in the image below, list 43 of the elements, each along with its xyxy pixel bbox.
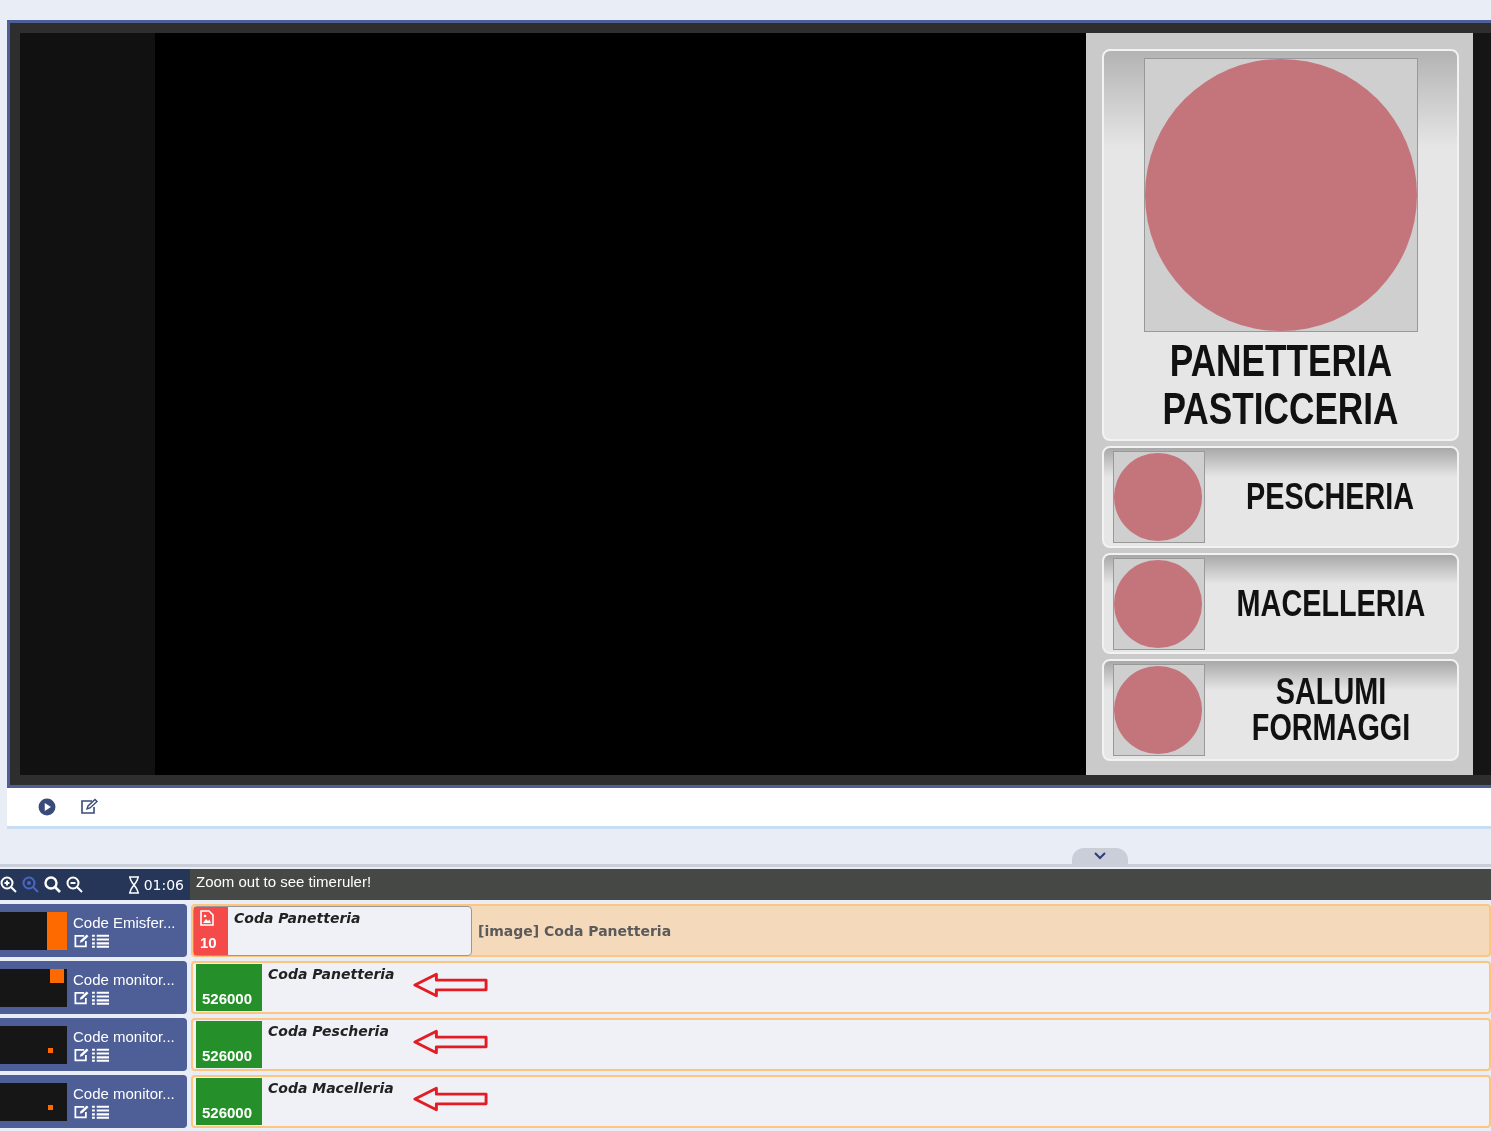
- clip-caption: [image] Coda Panetteria: [478, 922, 672, 939]
- list-icon[interactable]: [92, 1104, 109, 1119]
- timeline-message: Zoom out to see timeruler!: [190, 869, 1491, 900]
- hourglass-icon: [127, 875, 140, 894]
- track-name: Code Emisfer...: [73, 913, 176, 931]
- sign-label: SALUMI: [1275, 674, 1386, 711]
- sign-label: FORMAGGI: [1251, 710, 1410, 747]
- zoom-in-icon[interactable]: [0, 875, 18, 894]
- edit-icon[interactable]: [73, 1047, 90, 1062]
- track-name: Code monitor...: [73, 970, 175, 988]
- edit-icon[interactable]: [73, 933, 90, 948]
- clip-title: Coda Macelleria: [267, 1079, 395, 1098]
- clip-count: 526000: [202, 990, 254, 1007]
- edit-icon[interactable]: [73, 990, 90, 1005]
- clip-title: Coda Pescheria: [267, 1022, 390, 1041]
- list-icon[interactable]: [92, 1047, 109, 1062]
- sign-label: PESCHERIA: [1246, 479, 1415, 516]
- sign-title: PANETTERIA: [1169, 337, 1392, 385]
- sign-label: MACELLERIA: [1236, 585, 1425, 622]
- track-header[interactable]: Code monitor...: [0, 1075, 187, 1128]
- track-name: Code monitor...: [73, 1084, 175, 1102]
- track-header[interactable]: Code monitor...: [0, 961, 187, 1014]
- search-icon[interactable]: [44, 875, 62, 894]
- play-icon[interactable]: [38, 798, 56, 816]
- sign-title: PASTICCERIA: [1162, 385, 1399, 433]
- track-name: Code monitor...: [73, 1027, 175, 1045]
- clip-count: 526000: [202, 1047, 254, 1064]
- track-header[interactable]: Code monitor...: [0, 1018, 187, 1071]
- clip-card[interactable]: 10 Coda Panetteria: [193, 906, 472, 956]
- clip-count: 526000: [202, 1104, 254, 1121]
- edit-icon[interactable]: [73, 1104, 90, 1119]
- clip-title: Coda Panetteria: [233, 909, 362, 928]
- clip-count: 10: [200, 934, 218, 951]
- list-icon[interactable]: [92, 933, 109, 948]
- track-header[interactable]: Code Emisfer...: [0, 904, 187, 957]
- zoom-out-icon[interactable]: [66, 875, 84, 894]
- edit-icon[interactable]: [80, 798, 98, 816]
- list-icon[interactable]: [92, 990, 109, 1005]
- collapse-handle[interactable]: [1072, 848, 1128, 864]
- duration-label: 01:06: [143, 876, 184, 893]
- clip-title: Coda Panetteria: [267, 965, 396, 984]
- chevron-down-icon: [1094, 852, 1106, 860]
- image-file-icon: [200, 910, 214, 926]
